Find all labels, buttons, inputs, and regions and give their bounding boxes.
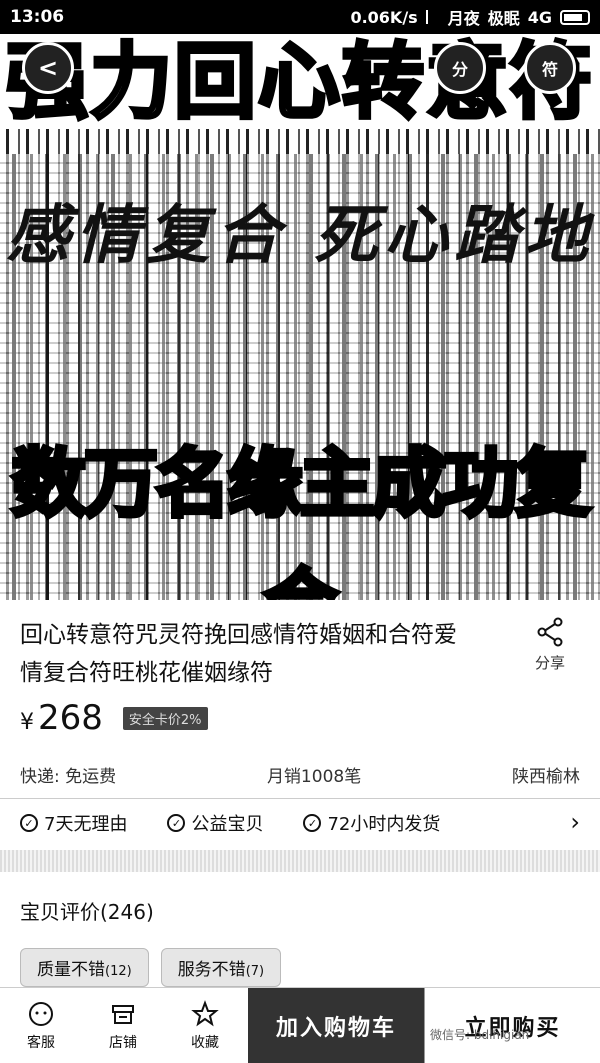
share-label: 分享 xyxy=(534,654,565,672)
product-title: 回心转意符咒灵符挽回感情符婚姻和合符爱情复合符旺桃花催姻缘符 xyxy=(20,622,457,686)
status-bar: 13:06 0.06K/s 月夜 极眠 4G xyxy=(0,0,600,34)
guarantee-item: ✓ 72小时内发货 xyxy=(303,810,440,836)
status-mode-1: 月夜 xyxy=(447,9,480,28)
review-tag-label: 服务不错 xyxy=(177,960,246,980)
chevron-right-icon[interactable]: › xyxy=(570,808,580,836)
price: ¥268 xyxy=(20,698,103,738)
shop-label: 店铺 xyxy=(109,1034,137,1051)
check-circle-icon: ✓ xyxy=(167,814,186,832)
hero-subtitle: 感情复合 死心踏地 xyxy=(5,198,595,273)
price-value: 268 xyxy=(38,698,103,738)
bottom-action-bar: 客服 店铺 收藏 加入购物车 立即购买 xyxy=(0,987,600,1063)
share-top-icon: 分 xyxy=(451,60,468,79)
check-circle-icon: ✓ xyxy=(303,814,322,832)
review-tags: 质量不错(12) 服务不错(7) xyxy=(20,948,282,987)
favorite-button[interactable]: 收藏 xyxy=(164,988,246,1063)
review-tag-label: 质量不错 xyxy=(37,960,105,980)
shop-button[interactable]: 店铺 xyxy=(82,988,164,1063)
status-mode-2: 极眠 xyxy=(487,9,520,28)
network-speed: 0.06K/s xyxy=(350,7,418,27)
guarantee-item: ✓ 公益宝贝 xyxy=(167,810,263,836)
review-tag-count: (7) xyxy=(245,964,265,979)
price-symbol: ¥ xyxy=(20,710,34,735)
guarantee-label: 7天无理由 xyxy=(44,814,128,835)
status-time: 13:06 xyxy=(10,7,65,27)
star-icon xyxy=(191,999,219,1026)
store-icon xyxy=(112,1004,134,1024)
product-hero-image[interactable]: 强力回心转意符 感情复合 死心踏地 数万名缘主成功复合 xyxy=(0,34,600,600)
add-to-cart-button[interactable]: 加入购物车 xyxy=(248,988,424,1063)
guarantee-item: ✓ 7天无理由 xyxy=(20,810,127,836)
watermark: 微信号: bdlhigian xyxy=(430,1028,530,1042)
reviews-section[interactable]: 宝贝评价(246) 质量不错(12) 服务不错(7) xyxy=(0,872,600,987)
price-badge: 安全卡价2% xyxy=(122,706,208,730)
monthly-sales: 月销1008笔 xyxy=(266,767,362,787)
hero-slogan: 数万名缘主成功复合 xyxy=(10,439,593,601)
section-separator xyxy=(0,850,600,872)
share-icon xyxy=(534,616,566,648)
location: 陕西榆林 xyxy=(512,767,580,787)
divider xyxy=(0,798,600,799)
reviews-title: 宝贝评价(246) xyxy=(20,900,154,924)
customer-service-button[interactable]: 客服 xyxy=(0,988,82,1063)
hero-title: 强力回心转意符 xyxy=(4,35,594,130)
battery-icon xyxy=(560,9,590,25)
guarantee-label: 公益宝贝 xyxy=(191,814,264,835)
share-button[interactable]: 分享 xyxy=(520,612,580,673)
customer-service-label: 客服 xyxy=(27,1034,55,1051)
review-tag[interactable]: 质量不错(12) xyxy=(20,948,149,987)
back-button[interactable]: < xyxy=(22,42,74,94)
more-icon: 符 xyxy=(541,60,558,79)
guarantee-row[interactable]: ✓ 7天无理由 ✓ 公益宝贝 ✓ 72小时内发货 › xyxy=(20,808,580,836)
product-info: 回心转意符咒灵符挽回感情符婚姻和合符爱情复合符旺桃花催姻缘符 分享 ¥268 安… xyxy=(0,600,600,850)
chevron-left-icon: < xyxy=(37,54,59,82)
shipping-meta-row: 快递: 免运费 月销1008笔 陕西榆林 xyxy=(20,762,580,787)
check-circle-icon: ✓ xyxy=(20,814,38,832)
shipping-info: 快递: 免运费 xyxy=(20,767,117,787)
top-share-button[interactable]: 分 xyxy=(434,42,486,94)
status-indicators: 0.06K/s 月夜 极眠 4G xyxy=(350,5,590,29)
guarantee-label: 72小时内发货 xyxy=(327,814,441,835)
favorite-label: 收藏 xyxy=(191,1034,219,1051)
price-row: ¥268 安全卡价2% xyxy=(20,698,208,738)
chat-icon xyxy=(29,1001,53,1026)
network-type: 4G xyxy=(527,7,552,27)
review-tag[interactable]: 服务不错(7) xyxy=(160,948,282,987)
more-button[interactable]: 符 xyxy=(524,42,576,94)
signal-icon xyxy=(425,10,440,24)
review-tag-count: (12) xyxy=(105,964,132,979)
